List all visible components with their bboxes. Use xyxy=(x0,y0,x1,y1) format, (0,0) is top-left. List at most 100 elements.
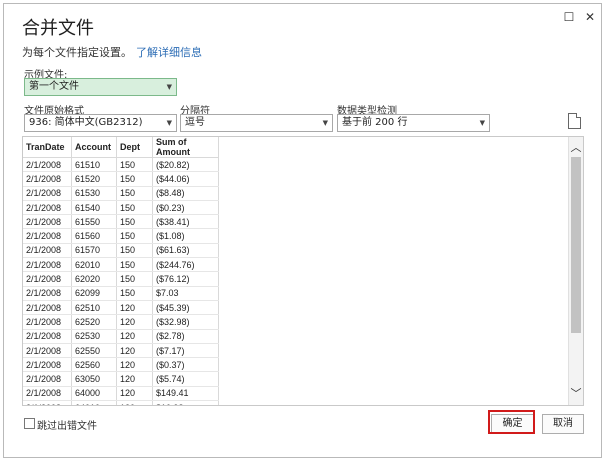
table-cell: 2/1/2008 xyxy=(23,200,72,216)
table-cell: 64010 xyxy=(71,400,117,405)
chevron-up-icon[interactable]: ︿ xyxy=(569,141,583,155)
table-cell: 150 xyxy=(116,200,153,216)
table-cell: 64000 xyxy=(71,386,117,402)
table-cell: 120 xyxy=(116,300,153,316)
table-cell: 62099 xyxy=(71,286,117,301)
column-header: TranDate xyxy=(23,137,72,158)
table-cell: 62520 xyxy=(71,314,117,330)
table-row: 2/1/2008 61560 150 ($1.08) xyxy=(23,228,219,244)
table-cell: 120 xyxy=(116,357,153,373)
table-row: 2/1/2008 63050 120 ($5.74) xyxy=(23,371,219,387)
table-row: 2/1/2008 62010 150 ($244.76) xyxy=(23,257,219,273)
table-cell: 120 xyxy=(116,371,153,387)
chevron-down-icon: ▼ xyxy=(166,83,172,91)
subtitle-text: 为每个文件指定设置。 xyxy=(22,46,132,59)
dialog-subtitle: 为每个文件指定设置。 了解详细信息 xyxy=(22,44,202,60)
table-cell: 120 xyxy=(116,343,153,359)
close-button[interactable]: ✕ xyxy=(581,9,599,25)
delimiter-select[interactable]: 逗号 ▼ xyxy=(180,114,333,132)
table-cell: 2/1/2008 xyxy=(23,329,72,344)
table-cell: 150 xyxy=(116,171,153,187)
table-row: 2/1/2008 62510 120 ($45.39) xyxy=(23,300,219,316)
table-cell: $7.03 xyxy=(152,286,219,301)
column-header: Sum of Amount xyxy=(152,137,219,158)
table-cell: $10.98 xyxy=(152,400,219,405)
data-preview: TranDate Account Dept Sum of Amount 2/1/… xyxy=(22,136,584,406)
dialog-title: 合并文件 xyxy=(22,18,94,39)
table-cell: ($8.48) xyxy=(152,186,219,201)
column-header: Dept xyxy=(116,137,153,158)
table-row: 2/1/2008 61540 150 ($0.23) xyxy=(23,200,219,216)
table-cell: 63050 xyxy=(71,371,117,387)
table-cell: 2/1/2008 xyxy=(23,371,72,387)
table-row: 2/1/2008 61570 150 ($61.63) xyxy=(23,243,219,259)
table-row: 2/1/2008 62520 120 ($32.98) xyxy=(23,314,219,330)
table-row: 2/1/2008 62099 150 $7.03 xyxy=(23,286,219,301)
table-cell: ($5.74) xyxy=(152,371,219,387)
table-cell: 120 xyxy=(116,314,153,330)
table-cell: 2/1/2008 xyxy=(23,228,72,244)
table-cell: 61550 xyxy=(71,214,117,230)
chevron-down-icon: ▼ xyxy=(479,119,485,127)
table-cell: 120 xyxy=(116,329,153,344)
table-row: 2/1/2008 61530 150 ($8.48) xyxy=(23,186,219,201)
table-row: 2/1/2008 61520 150 ($44.06) xyxy=(23,171,219,187)
table-cell: 61510 xyxy=(71,157,117,173)
table-cell: 150 xyxy=(116,257,153,273)
table-cell: 2/1/2008 xyxy=(23,171,72,187)
table-cell: $149.41 xyxy=(152,386,219,402)
table-cell: 150 xyxy=(116,243,153,259)
table-cell: 61520 xyxy=(71,171,117,187)
origin-select[interactable]: 936: 简体中文(GB2312) ▼ xyxy=(24,114,177,132)
table-cell: 120 xyxy=(116,400,153,405)
table-cell: ($244.76) xyxy=(152,257,219,273)
table-cell: ($20.82) xyxy=(152,157,219,173)
detection-select[interactable]: 基于前 200 行 ▼ xyxy=(337,114,490,132)
table-cell: 2/1/2008 xyxy=(23,157,72,173)
table-cell: 2/1/2008 xyxy=(23,186,72,201)
table-row: 2/1/2008 62530 120 ($2.78) xyxy=(23,329,219,344)
table-cell: 61540 xyxy=(71,200,117,216)
table-cell: 2/1/2008 xyxy=(23,400,72,405)
preview-table: TranDate Account Dept Sum of Amount 2/1/… xyxy=(23,137,219,405)
table-cell: 62020 xyxy=(71,271,117,287)
table-cell: 150 xyxy=(116,157,153,173)
maximize-button[interactable]: ☐ xyxy=(560,9,578,25)
skip-errors-label: 跳过出错文件 xyxy=(37,421,97,432)
table-cell: 2/1/2008 xyxy=(23,357,72,373)
table-cell: 2/1/2008 xyxy=(23,271,72,287)
table-cell: 2/1/2008 xyxy=(23,286,72,301)
table-cell: ($7.17) xyxy=(152,343,219,359)
scrollbar-thumb[interactable] xyxy=(571,157,581,333)
table-cell: 2/1/2008 xyxy=(23,243,72,259)
column-header: Account xyxy=(71,137,117,158)
table-cell: 150 xyxy=(116,286,153,301)
table-cell: ($45.39) xyxy=(152,300,219,316)
table-cell: 150 xyxy=(116,214,153,230)
table-cell: 61560 xyxy=(71,228,117,244)
chevron-down-icon[interactable]: ﹀ xyxy=(569,387,583,401)
table-cell: 2/1/2008 xyxy=(23,386,72,402)
table-cell: 2/1/2008 xyxy=(23,214,72,230)
origin-value: 936: 简体中文(GB2312) xyxy=(29,117,143,128)
table-cell: 62560 xyxy=(71,357,117,373)
cancel-button[interactable]: 取消 xyxy=(542,414,584,434)
learn-more-link[interactable]: 了解详细信息 xyxy=(136,46,202,59)
table-cell: ($2.78) xyxy=(152,329,219,344)
table-cell: 150 xyxy=(116,271,153,287)
sample-file-select[interactable]: 第一个文件 ▼ xyxy=(24,78,177,96)
table-cell: ($38.41) xyxy=(152,214,219,230)
skip-errors-checkbox[interactable] xyxy=(24,418,35,429)
chevron-down-icon: ▼ xyxy=(322,119,328,127)
sample-file-value: 第一个文件 xyxy=(29,81,79,92)
edit-document-icon[interactable] xyxy=(568,113,581,129)
delimiter-value: 逗号 xyxy=(185,117,205,128)
table-cell: 62510 xyxy=(71,300,117,316)
table-cell: 150 xyxy=(116,228,153,244)
table-cell: ($76.12) xyxy=(152,271,219,287)
table-row: 2/1/2008 62550 120 ($7.17) xyxy=(23,343,219,359)
chevron-down-icon: ▼ xyxy=(166,119,172,127)
detection-value: 基于前 200 行 xyxy=(342,117,408,128)
vertical-scrollbar[interactable]: ︿ ﹀ xyxy=(568,137,583,405)
table-cell: 62550 xyxy=(71,343,117,359)
